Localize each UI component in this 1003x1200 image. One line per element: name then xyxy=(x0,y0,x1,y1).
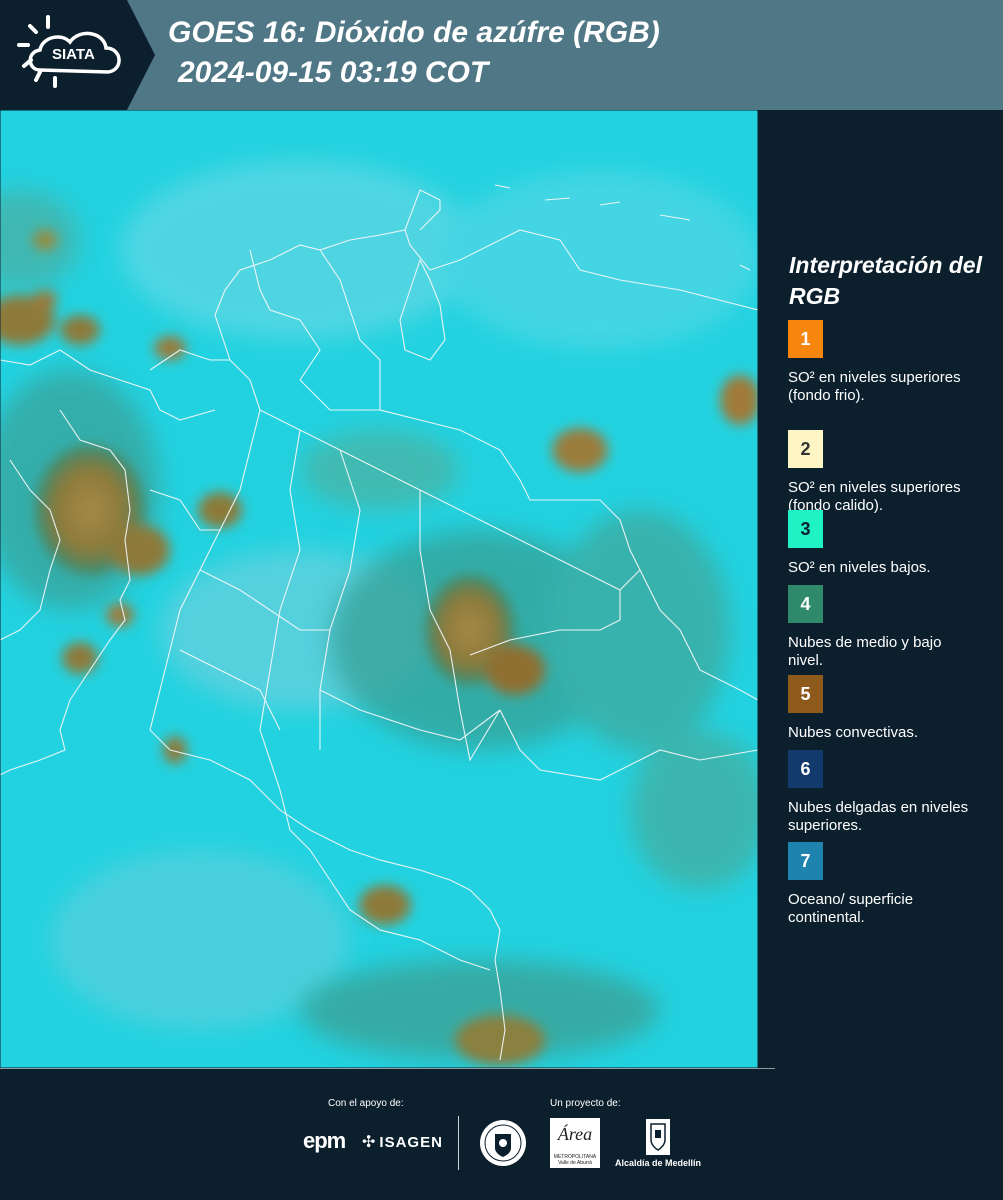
area-metropolitana-logo[interactable]: Área METROPOLITANA Valle de Aburrá xyxy=(550,1118,600,1168)
legend-panel: Interpretación del RGB 1 SO² en niveles s… xyxy=(760,110,1003,1068)
legend-swatch: 4 xyxy=(788,585,823,623)
legend-item-7: 7 Oceano/ superficie continental. xyxy=(788,842,978,927)
seal-icon xyxy=(480,1120,526,1166)
legend-item-3: 3 SO² en niveles bajos. xyxy=(788,510,978,577)
alcaldia-medellin-logo[interactable]: Alcaldía de Medellín xyxy=(612,1118,704,1178)
legend-item-5: 5 Nubes convectivas. xyxy=(788,675,978,742)
legend-swatch: 7 xyxy=(788,842,823,880)
area-logo-text: Área xyxy=(557,1124,593,1144)
legend-title: Interpretación del RGB xyxy=(789,252,982,309)
area-logo-subtitle: METROPOLITANA Valle de Aburrá xyxy=(553,1154,597,1166)
footer-divider xyxy=(458,1116,459,1170)
satellite-image[interactable] xyxy=(0,110,758,1068)
isagen-mark-icon: ✣ xyxy=(362,1134,377,1151)
legend-swatch: 5 xyxy=(788,675,823,713)
isagen-logo-text: ISAGEN xyxy=(379,1134,443,1151)
rgb-composite-map xyxy=(0,110,758,1068)
legend-item-2: 2 SO² en niveles superiores (fondo calido… xyxy=(788,430,978,515)
legend-label: Nubes convectivas. xyxy=(788,724,919,741)
epm-logo[interactable]: epm xyxy=(303,1128,346,1154)
footer: Con el apoyo de: Un proyecto de: epm ✣ IS… xyxy=(0,1068,1003,1200)
isagen-logo[interactable]: ✣ ISAGEN xyxy=(362,1132,443,1152)
legend-label: Oceano/ superficie continental. xyxy=(788,891,914,926)
support-caption: Con el apoyo de: xyxy=(328,1098,404,1109)
legend-label: Nubes de medio y bajo nivel. xyxy=(788,634,942,669)
legend-swatch: 6 xyxy=(788,750,823,788)
page-title: GOES 16: Dióxido de azúfre (RGB) xyxy=(168,16,660,49)
legend-swatch: 3 xyxy=(788,510,823,548)
legend-label: SO² en niveles superiores (fondo frio). xyxy=(788,369,961,404)
medellin-seal-logo[interactable] xyxy=(478,1118,528,1173)
project-caption: Un proyecto de: xyxy=(550,1098,621,1109)
legend-label: Nubes delgadas en niveles superiores. xyxy=(788,799,969,834)
header-bar: SIATA GOES 16: Dióxido de azúfre (RGB) 2… xyxy=(0,0,1003,110)
legend-item-1: 1 SO² en niveles superiores (fondo frio). xyxy=(788,320,978,405)
alcaldia-shield-icon xyxy=(646,1119,670,1155)
legend-label: SO² en niveles bajos. xyxy=(788,559,931,576)
siata-logo[interactable]: SIATA xyxy=(0,0,155,110)
footer-separator xyxy=(0,1068,775,1069)
legend-item-4: 4 Nubes de medio y bajo nivel. xyxy=(788,585,978,670)
legend-swatch: 2 xyxy=(788,430,823,468)
page-timestamp: 2024-09-15 03:19 COT xyxy=(178,56,489,89)
alcaldia-label: Alcaldía de Medellín xyxy=(614,1158,702,1168)
legend-swatch: 1 xyxy=(788,320,823,358)
siata-logo-text: SIATA xyxy=(52,46,95,63)
legend-item-6: 6 Nubes delgadas en niveles superiores. xyxy=(788,750,978,835)
